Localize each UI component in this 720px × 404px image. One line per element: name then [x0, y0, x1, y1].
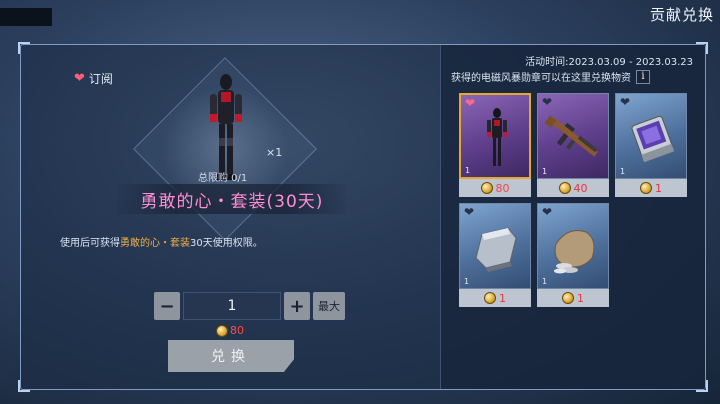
shop-item-card[interactable]: ❤ 1 1 [459, 203, 531, 307]
favorite-heart-icon[interactable]: ❤ [464, 205, 474, 219]
price-value: 80 [495, 181, 510, 195]
medal-note: 获得的电磁风暴勋章可以在这里兑换物资 i [451, 69, 650, 84]
increase-button[interactable]: + [284, 292, 310, 320]
price-value: 1 [577, 291, 584, 305]
subscribe-label: 订阅 [88, 72, 113, 86]
desc-suffix: 30天使用权限。 [190, 238, 263, 249]
item-count: 1 [464, 277, 470, 286]
item-price: 1 [459, 289, 531, 307]
price-value: 40 [573, 181, 588, 195]
shop-panel: 活动时间:2023.03.09 - 2023.03.23 获得的电磁风暴勋章可以… [440, 45, 705, 389]
item-thumbnail: ❤ 1 [615, 93, 687, 179]
price-value: 1 [655, 181, 662, 195]
total-cost: 80 [216, 324, 244, 337]
item-count: 1 [542, 277, 548, 286]
medal-coin-icon [484, 292, 496, 304]
medal-coin-icon [562, 292, 574, 304]
window-title: 贡献兑换 [649, 6, 714, 24]
shop-item-card[interactable]: ❤ 1 1 [615, 93, 687, 197]
shop-item-card[interactable]: ❤ 1 1 [537, 203, 609, 307]
activity-time: 活动时间:2023.03.09 - 2023.03.23 [525, 57, 693, 68]
redacted-region [0, 8, 52, 26]
cost-value: 80 [230, 324, 244, 337]
top-bar: 贡献兑换 [0, 0, 720, 30]
item-thumbnail: ❤ 1 [537, 203, 609, 289]
max-button[interactable]: 最大 [313, 292, 345, 320]
subscribe-toggle[interactable]: ❤ 订阅 [74, 70, 113, 87]
item-count: 1 [542, 167, 548, 176]
favorite-heart-icon[interactable]: ❤ [620, 95, 630, 109]
item-count: 1 [620, 167, 626, 176]
decrease-button[interactable]: − [154, 292, 180, 320]
desc-highlight: 勇敢的心・套装 [120, 238, 190, 249]
info-icon[interactable]: i [636, 69, 650, 84]
exchange-button[interactable]: 兑换 [168, 340, 294, 372]
medal-note-text: 获得的电磁风暴勋章可以在这里兑换物资 [451, 73, 631, 84]
medal-coin-icon [640, 182, 652, 194]
purchase-limit: 总限购 0/1 [198, 173, 248, 184]
item-price: 1 [615, 179, 687, 197]
shop-item-card[interactable]: ❤ 1 40 [537, 93, 609, 197]
item-thumbnail: ❤ 1 [459, 93, 531, 179]
item-description: 使用后可获得勇敢的心・套装30天使用权限。 [60, 234, 263, 249]
favorite-heart-icon[interactable]: ❤ [542, 205, 552, 219]
item-thumbnail: ❤ 1 [537, 93, 609, 179]
item-price: 1 [537, 289, 609, 307]
heart-icon: ❤ [74, 71, 85, 86]
desc-prefix: 使用后可获得 [60, 238, 120, 249]
quantity-value[interactable]: 1 [183, 292, 281, 320]
quantity-tag: ×1 [266, 146, 283, 159]
price-value: 1 [499, 291, 506, 305]
favorite-heart-icon[interactable]: ❤ [465, 96, 475, 110]
medal-coin-icon [216, 324, 228, 337]
medal-coin-icon [480, 182, 493, 194]
item-count: 1 [465, 166, 471, 175]
shop-item-card[interactable]: ❤ 1 80 [459, 93, 531, 197]
medal-coin-icon [558, 182, 571, 194]
item-price: 40 [537, 179, 609, 197]
favorite-heart-icon[interactable]: ❤ [542, 95, 552, 109]
quantity-stepper: − 1 + 最大 [154, 292, 345, 320]
item-detail-panel: ❤ 订阅 ×1 总限购 0/1 勇敢的心・套装(30天) 使用后可获得勇敢的心・… [20, 44, 440, 390]
item-thumbnail: ❤ 1 [459, 203, 531, 289]
item-price: 80 [459, 179, 531, 197]
item-title: 勇敢的心・套装(30天) [118, 184, 346, 214]
